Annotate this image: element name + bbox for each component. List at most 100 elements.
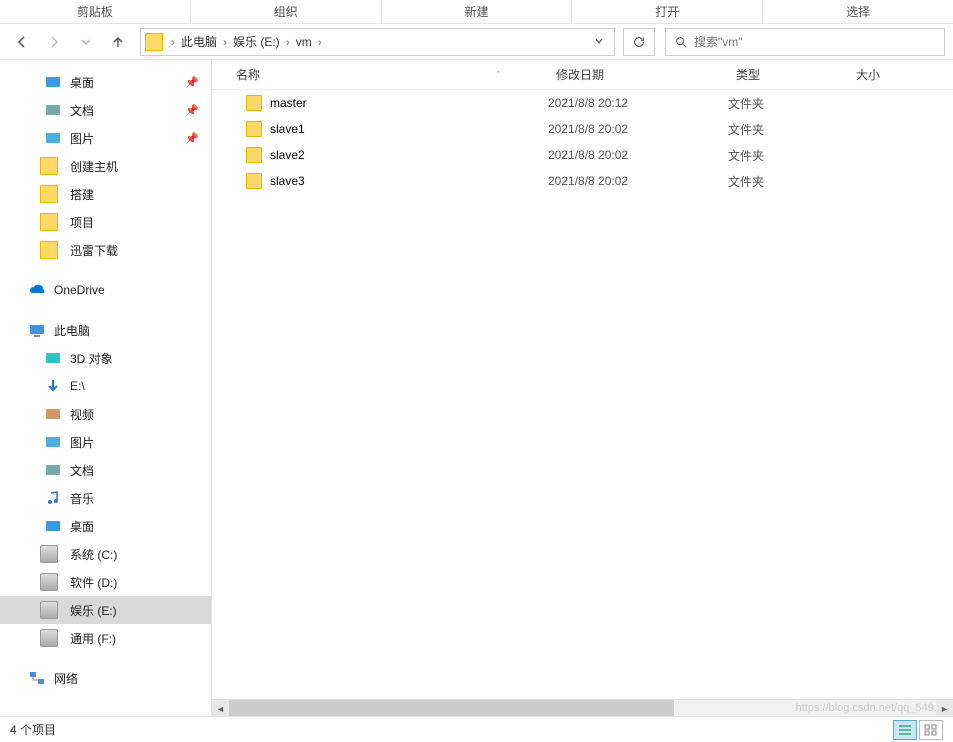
column-headers: 名称ˆ 修改日期 类型 大小 xyxy=(212,60,953,90)
navigation-bar: › 此电脑 › 娱乐 (E:) › vm › xyxy=(0,24,953,60)
refresh-button[interactable] xyxy=(623,28,655,56)
sidebar-item[interactable]: 项目 xyxy=(0,208,211,236)
ribbon-tab-open[interactable]: 打开 xyxy=(572,0,763,23)
folder-icon xyxy=(246,95,262,111)
forward-button[interactable] xyxy=(40,28,68,56)
address-bar[interactable]: › 此电脑 › 娱乐 (E:) › vm › xyxy=(140,28,615,56)
column-header-type[interactable]: 类型 xyxy=(728,66,848,83)
file-date: 2021/8/8 20:02 xyxy=(548,148,728,162)
sidebar-item[interactable]: 音乐 xyxy=(0,484,211,512)
sidebar-item-label: 文档 xyxy=(70,462,94,479)
view-details-button[interactable] xyxy=(893,720,917,740)
sidebar-item[interactable]: 桌面 xyxy=(0,512,211,540)
address-dropdown[interactable] xyxy=(588,35,610,49)
sidebar-item[interactable]: 迅雷下载 xyxy=(0,236,211,264)
file-row[interactable]: master2021/8/8 20:12文件夹 xyxy=(212,90,953,116)
down-icon xyxy=(44,377,62,395)
horizontal-scrollbar[interactable]: ◄ ► xyxy=(212,699,953,716)
sidebar-item-label: 创建主机 xyxy=(70,158,118,175)
onedrive-icon xyxy=(28,281,46,299)
search-icon xyxy=(674,35,688,49)
folder-icon xyxy=(44,157,62,175)
file-date: 2021/8/8 20:02 xyxy=(548,174,728,188)
ribbon-tab-organize[interactable]: 组织 xyxy=(191,0,382,23)
sidebar-item[interactable]: 桌面📌 xyxy=(0,68,211,96)
sidebar-item[interactable]: 视频 xyxy=(0,400,211,428)
breadcrumb-folder[interactable]: vm xyxy=(292,35,316,49)
column-header-name[interactable]: 名称ˆ xyxy=(228,66,548,83)
sidebar-item[interactable]: 软件 (D:) xyxy=(0,568,211,596)
file-row[interactable]: slave2 2021/8/8 20:02文件夹 xyxy=(212,142,953,168)
scroll-left-arrow[interactable]: ◄ xyxy=(212,700,229,716)
column-header-date[interactable]: 修改日期 xyxy=(548,66,728,83)
pin-icon: 📌 xyxy=(185,104,199,117)
file-date: 2021/8/8 20:02 xyxy=(548,122,728,136)
file-name: slave2 xyxy=(270,148,305,162)
status-item-count: 4 个项目 xyxy=(10,721,56,738)
desktop-icon xyxy=(44,73,62,91)
file-name: slave3 xyxy=(270,174,305,188)
file-type: 文件夹 xyxy=(728,95,848,112)
search-input[interactable] xyxy=(694,35,936,49)
sidebar-item[interactable]: 文档 xyxy=(0,456,211,484)
chevron-right-icon[interactable]: › xyxy=(316,35,324,49)
drive-icon xyxy=(44,601,62,619)
folder-icon xyxy=(246,147,262,163)
recent-dropdown[interactable] xyxy=(72,28,100,56)
ribbon-tab-new[interactable]: 新建 xyxy=(382,0,573,23)
3d-icon xyxy=(44,349,62,367)
sidebar-item-label: OneDrive xyxy=(54,283,105,297)
breadcrumb-drive[interactable]: 娱乐 (E:) xyxy=(229,33,284,50)
file-type: 文件夹 xyxy=(728,173,848,190)
pin-icon: 📌 xyxy=(185,132,199,145)
sidebar-onedrive[interactable]: OneDrive xyxy=(0,276,211,304)
sidebar-item-label: 桌面 xyxy=(70,518,94,535)
file-row[interactable]: slave12021/8/8 20:02文件夹 xyxy=(212,116,953,142)
sidebar-thispc[interactable]: 此电脑 xyxy=(0,316,211,344)
music-icon xyxy=(44,489,62,507)
sidebar-item-label: 音乐 xyxy=(70,490,94,507)
sidebar-item[interactable]: 娱乐 (E:) xyxy=(0,596,211,624)
video-icon xyxy=(44,405,62,423)
sort-caret-icon: ˆ xyxy=(497,70,500,80)
sidebar-item[interactable]: 文档 📌 xyxy=(0,96,211,124)
drive-icon xyxy=(44,629,62,647)
breadcrumb-thispc[interactable]: 此电脑 xyxy=(177,33,221,50)
file-type: 文件夹 xyxy=(728,121,848,138)
sidebar-item[interactable]: E:\ xyxy=(0,372,211,400)
folder-icon xyxy=(44,185,62,203)
scroll-right-arrow[interactable]: ► xyxy=(936,700,953,716)
sidebar-item-label: 视频 xyxy=(70,406,94,423)
sidebar-item[interactable]: 系统 (C:) xyxy=(0,540,211,568)
desktop-icon xyxy=(44,517,62,535)
sidebar-network[interactable]: 网络 xyxy=(0,664,211,692)
chevron-right-icon[interactable]: › xyxy=(221,35,229,49)
up-button[interactable] xyxy=(104,28,132,56)
ribbon-tabs: 剪贴板 组织 新建 打开 选择 xyxy=(0,0,953,24)
sidebar-item[interactable]: 图片 xyxy=(0,428,211,456)
sidebar-item-label: 迅雷下载 xyxy=(70,242,118,259)
chevron-right-icon[interactable]: › xyxy=(284,35,292,49)
view-icons-button[interactable] xyxy=(919,720,943,740)
folder-icon xyxy=(44,213,62,231)
sidebar-item[interactable]: 图片📌 xyxy=(0,124,211,152)
sidebar-item-label: 文档 xyxy=(70,102,94,119)
file-row[interactable]: slave3 2021/8/8 20:02文件夹 xyxy=(212,168,953,194)
sidebar-item[interactable]: 创建主机 xyxy=(0,152,211,180)
sidebar-item[interactable]: 3D 对象 xyxy=(0,344,211,372)
sidebar-item[interactable]: 通用 (F:) xyxy=(0,624,211,652)
folder-icon xyxy=(44,241,62,259)
ribbon-tab-select[interactable]: 选择 xyxy=(763,0,953,23)
sidebar-item-label: 网络 xyxy=(54,670,78,687)
column-header-size[interactable]: 大小 xyxy=(848,66,928,83)
pin-icon: 📌 xyxy=(185,76,199,89)
chevron-right-icon[interactable]: › xyxy=(169,35,177,49)
back-button[interactable] xyxy=(8,28,36,56)
file-type: 文件夹 xyxy=(728,147,848,164)
pic-icon xyxy=(44,129,62,147)
sidebar-item-label: 软件 (D:) xyxy=(70,574,117,591)
sidebar-item[interactable]: 搭建 xyxy=(0,180,211,208)
scroll-thumb[interactable] xyxy=(229,700,674,716)
ribbon-tab-clipboard[interactable]: 剪贴板 xyxy=(0,0,191,23)
search-box[interactable] xyxy=(665,28,945,56)
